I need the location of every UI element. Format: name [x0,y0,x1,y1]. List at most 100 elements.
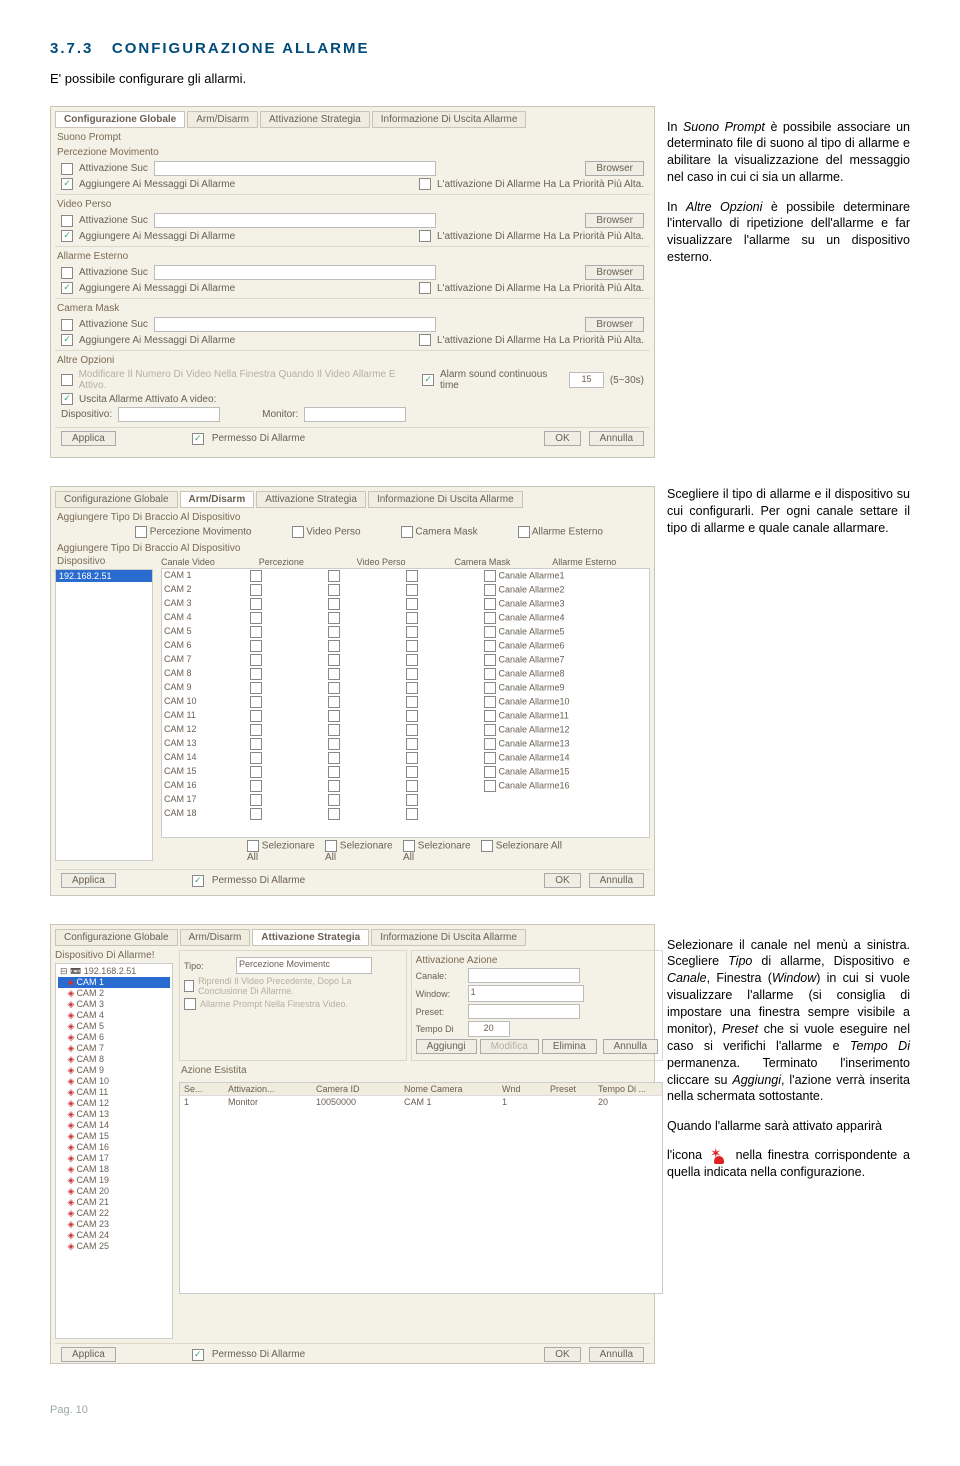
table-row[interactable]: CAM 5 Canale Allarme5 [162,625,649,639]
checkbox[interactable] [61,163,73,175]
checkbox[interactable] [328,766,340,778]
table-row[interactable]: CAM 9 Canale Allarme9 [162,681,649,695]
checkbox[interactable] [250,570,262,582]
checkbox[interactable] [250,738,262,750]
device-ip[interactable]: 192.168.2.51 [56,570,152,582]
tab-attivazione-strategia[interactable]: Attivazione Strategia [256,491,366,508]
tree-cam-item[interactable]: ◈CAM 16 [58,1142,170,1153]
checkbox[interactable] [406,570,418,582]
tree-cam-item[interactable]: ◈CAM 1 [58,977,170,988]
checkbox[interactable] [328,794,340,806]
tree-cam-item[interactable]: ◈CAM 22 [58,1208,170,1219]
checkbox[interactable] [61,282,73,294]
selall-cb[interactable] [247,840,259,852]
checkbox[interactable] [406,682,418,694]
annulla-button[interactable]: Annulla [589,1347,644,1362]
applica-button[interactable]: Applica [61,873,116,888]
tree-cam-item[interactable]: ◈CAM 3 [58,999,170,1010]
table-row[interactable]: CAM 13 Canale Allarme13 [162,737,649,751]
sound-path-input[interactable] [154,265,436,280]
checkbox[interactable] [250,766,262,778]
checkbox[interactable] [250,640,262,652]
checkbox[interactable] [250,626,262,638]
checkbox[interactable] [250,710,262,722]
checkbox[interactable] [484,598,496,610]
tab-info-uscita[interactable]: Informazione Di Uscita Allarme [371,929,526,946]
tree-cam-item[interactable]: ◈CAM 20 [58,1186,170,1197]
tree-cam-item[interactable]: ◈CAM 6 [58,1032,170,1043]
checkbox[interactable] [419,178,431,190]
table-row[interactable]: CAM 17 [162,793,649,807]
tree-cam-item[interactable]: ◈CAM 24 [58,1230,170,1241]
checkbox[interactable] [484,640,496,652]
canale-select[interactable] [468,968,580,983]
checkbox[interactable] [406,752,418,764]
tree-cam-item[interactable]: ◈CAM 8 [58,1054,170,1065]
table-row[interactable]: CAM 6 Canale Allarme6 [162,639,649,653]
checkbox[interactable] [406,738,418,750]
checkbox[interactable] [484,668,496,680]
tree-cam-item[interactable]: ◈CAM 19 [58,1175,170,1186]
permesso-checkbox[interactable] [192,1349,204,1361]
checkbox[interactable] [484,696,496,708]
checkbox[interactable] [484,766,496,778]
checkbox[interactable] [328,598,340,610]
ok-button[interactable]: OK [544,873,580,888]
checkbox[interactable] [328,612,340,624]
browser-button[interactable]: Browser [585,213,644,228]
tree-cam-item[interactable]: ◈CAM 11 [58,1087,170,1098]
elimina-button[interactable]: Elimina [542,1039,597,1054]
selall-cb[interactable] [481,840,493,852]
checkbox[interactable] [328,654,340,666]
checkbox[interactable] [406,780,418,792]
checkbox[interactable] [328,696,340,708]
annulla-button[interactable]: Annulla [589,873,644,888]
modifica-button[interactable]: Modifica [480,1039,539,1054]
checkbox[interactable] [250,584,262,596]
checkbox[interactable] [484,752,496,764]
checkbox[interactable] [184,980,194,992]
checkbox[interactable] [250,752,262,764]
browser-button[interactable]: Browser [585,317,644,332]
window-select[interactable]: 1 [468,985,584,1002]
tab-info-uscita[interactable]: Informazione Di Uscita Allarme [368,491,523,508]
checkbox[interactable] [61,178,73,190]
checkbox[interactable] [250,612,262,624]
checkbox[interactable] [250,780,262,792]
checkbox[interactable] [484,780,496,792]
ok-button[interactable]: OK [544,431,580,446]
tree-cam-item[interactable]: ◈CAM 2 [58,988,170,999]
checkbox[interactable] [484,710,496,722]
checkbox[interactable] [406,710,418,722]
cam-tree[interactable]: ⊟ 📼 192.168.2.51 ◈CAM 1 ◈CAM 2 ◈CAM 3 ◈C… [55,963,173,1339]
tab-arm-disarm[interactable]: Arm/Disarm [180,929,251,946]
disp-select[interactable] [118,407,220,422]
checkbox[interactable] [484,738,496,750]
checkbox[interactable] [328,808,340,820]
table-row[interactable]: CAM 8 Canale Allarme8 [162,667,649,681]
checkbox[interactable] [61,230,73,242]
checkbox[interactable] [328,752,340,764]
checkbox[interactable] [419,230,431,242]
applica-button[interactable]: Applica [61,431,116,446]
tree-cam-item[interactable]: ◈CAM 21 [58,1197,170,1208]
checkbox[interactable] [328,682,340,694]
checkbox[interactable] [484,612,496,624]
device-list[interactable]: 192.168.2.51 [55,569,153,861]
checkbox[interactable] [61,374,73,386]
checkbox[interactable] [484,584,496,596]
checkbox[interactable] [422,374,434,386]
tempo-input[interactable]: 20 [468,1021,510,1037]
checkbox[interactable] [406,808,418,820]
table-row[interactable]: CAM 12 Canale Allarme12 [162,723,649,737]
tab-attivazione-strategia[interactable]: Attivazione Strategia [252,929,369,946]
sound-path-input[interactable] [154,161,436,176]
checkbox[interactable] [250,724,262,736]
checkbox[interactable] [419,334,431,346]
checkbox[interactable] [328,570,340,582]
table-row[interactable]: CAM 2 Canale Allarme2 [162,583,649,597]
tab-config-globale[interactable]: Configurazione Globale [55,929,178,946]
checkbox[interactable] [250,794,262,806]
table-row[interactable]: CAM 10 Canale Allarme10 [162,695,649,709]
table-row[interactable]: CAM 1 Canale Allarme1 [162,569,649,583]
